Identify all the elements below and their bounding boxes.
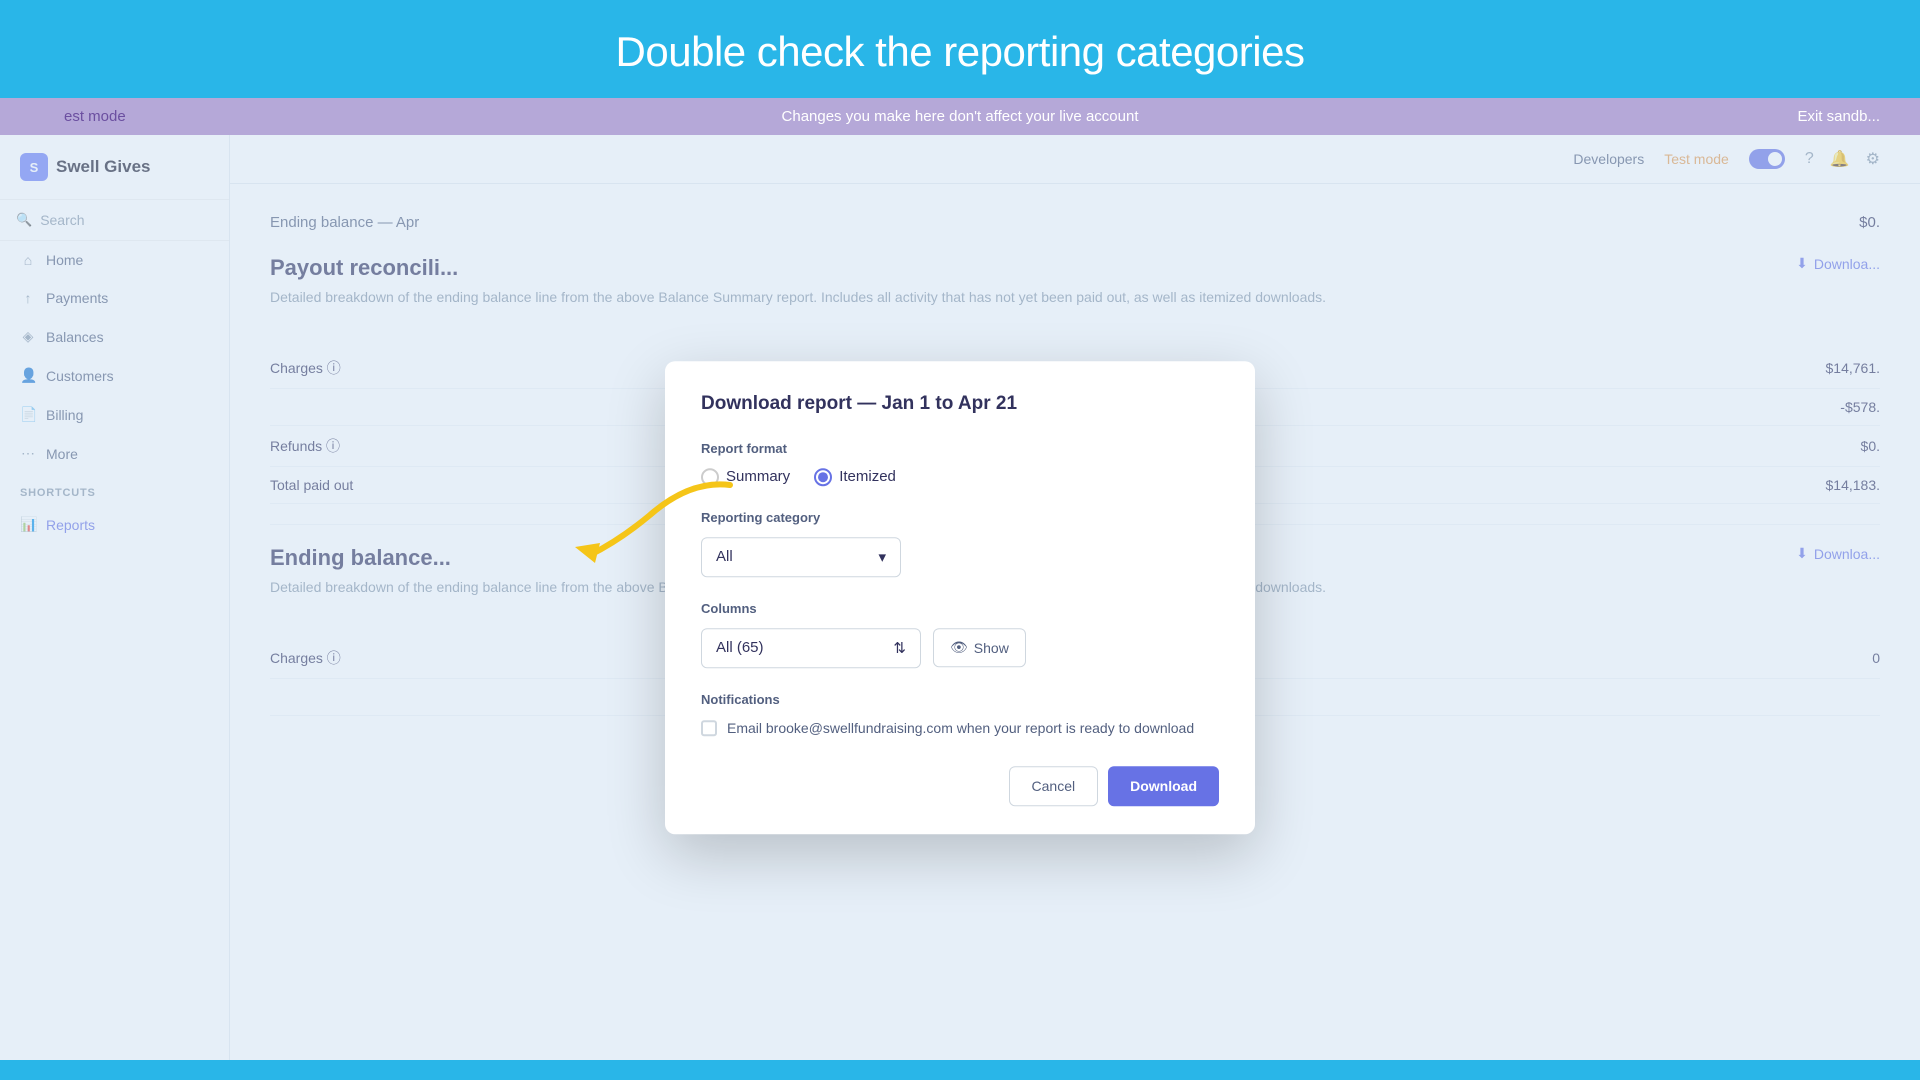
exit-sandbox-button[interactable]: Exit sandb... [1797,108,1880,125]
download-button[interactable]: Download [1108,766,1219,806]
chevron-down-icon: ▾ [878,548,886,566]
modal-footer: Cancel Download [701,766,1219,806]
radio-label-itemized: Itemized [839,468,896,485]
reporting-category-label: Reporting category [701,510,1219,525]
reporting-category-value: All [716,548,733,565]
email-notification-label: Email brooke@swellfundraising.com when y… [727,719,1194,739]
sandbox-center-text: Changes you make here don't affect your … [782,108,1139,125]
modal-title: Download report — Jan 1 to Apr 21 [701,393,1219,415]
notifications-checkbox-row[interactable]: Email brooke@swellfundraising.com when y… [701,719,1219,739]
columns-chevron-icon: ⇅ [893,639,906,657]
sandbox-mode-left: est mode [64,108,126,125]
radio-itemized[interactable]: Itemized [814,468,896,486]
columns-row: All (65) ⇅ 👁 Show [701,628,1219,668]
columns-label: Columns [701,601,1219,616]
columns-value: All (65) [716,639,764,656]
annotation-title: Double check the reporting categories [0,0,1920,98]
report-format-label: Report format [701,441,1219,456]
radio-label-summary: Summary [726,468,790,485]
report-format-group: Summary Itemized [701,468,1219,486]
columns-select[interactable]: All (65) ⇅ [701,628,921,668]
email-notification-checkbox[interactable] [701,720,717,736]
radio-summary[interactable]: Summary [701,468,790,486]
cancel-button[interactable]: Cancel [1009,766,1099,806]
show-label: Show [974,640,1009,656]
eye-icon: 👁 [950,639,968,656]
notifications-label: Notifications [701,692,1219,707]
sandbox-banner: est mode Changes you make here don't aff… [0,98,1920,135]
app-area: S Swell Gives 🔍 Search ⌂ Home ↑ Payments… [0,135,1920,1060]
radio-circle-itemized [814,468,832,486]
show-columns-button[interactable]: 👁 Show [933,628,1026,667]
radio-circle-summary [701,468,719,486]
reporting-category-select[interactable]: All ▾ [701,537,901,577]
download-report-modal: Download report — Jan 1 to Apr 21 Report… [665,361,1255,835]
